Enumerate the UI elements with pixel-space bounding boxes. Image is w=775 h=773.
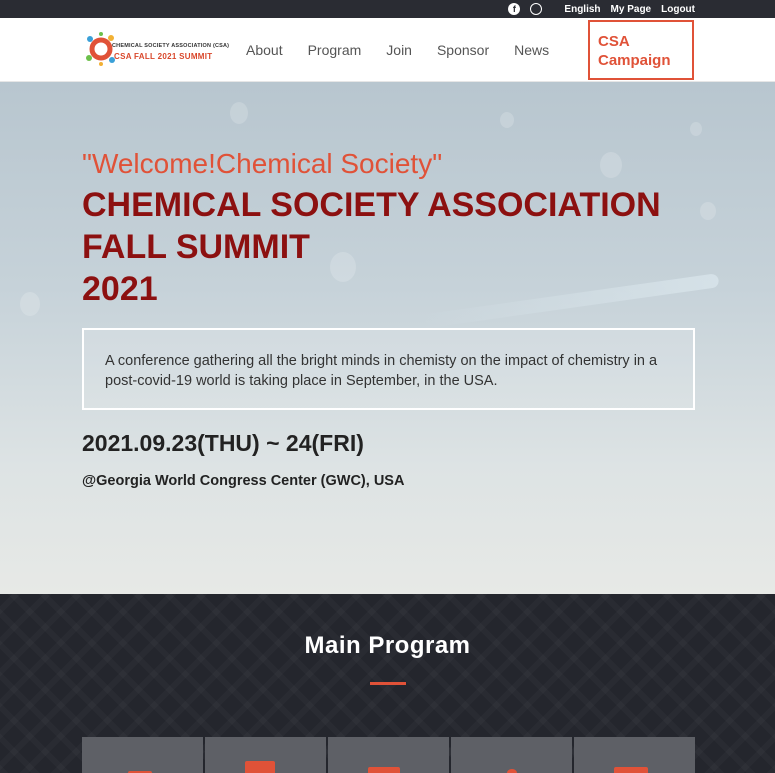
site-logo[interactable]: CHEMICAL SOCIETY ASSOCIATION (CSA) CSA F… xyxy=(84,28,230,72)
page-title: CHEMICAL SOCIETY ASSOCIATION FALL SUMMIT… xyxy=(82,184,702,310)
event-venue: @Georgia World Congress Center (GWC), US… xyxy=(82,473,405,489)
menu-item-program[interactable]: Program xyxy=(308,42,362,58)
program-card-icon xyxy=(368,767,400,773)
logo-mark-icon xyxy=(86,32,115,66)
mypage-link[interactable]: My Page xyxy=(611,4,652,15)
language-link[interactable]: English xyxy=(564,4,600,15)
title-line: FALL SUMMIT xyxy=(82,228,310,266)
main-program-section: Main Program xyxy=(0,594,775,773)
welcome-text: "Welcome!Chemical Society" xyxy=(82,148,443,179)
menu-item-join[interactable]: Join xyxy=(386,42,412,58)
program-cards xyxy=(82,737,695,773)
program-card[interactable] xyxy=(205,737,326,773)
water-drop xyxy=(500,112,514,128)
facebook-icon[interactable]: f xyxy=(508,3,521,15)
menu-item-sponsor[interactable]: Sponsor xyxy=(437,42,489,58)
heading-underline xyxy=(370,682,406,685)
logo-text-sub: CSA FALL 2021 SUMMIT xyxy=(114,52,213,61)
campaign-button[interactable]: CSA Campaign xyxy=(588,20,694,80)
program-card[interactable] xyxy=(328,737,449,773)
program-card[interactable] xyxy=(82,737,203,773)
event-date: 2021.09.23(THU) ~ 24(FRI) xyxy=(82,430,364,456)
menu-item-news[interactable]: News xyxy=(514,42,549,58)
logo-text-main: CHEMICAL SOCIETY ASSOCIATION (CSA) xyxy=(112,43,230,49)
hero-banner: "Welcome!Chemical Society" CHEMICAL SOCI… xyxy=(0,82,775,594)
program-card-icon xyxy=(614,767,648,773)
top-utility-bar: f English My Page Logout xyxy=(0,0,775,18)
program-card[interactable] xyxy=(574,737,695,773)
title-line: 2021 xyxy=(82,270,158,308)
water-drop xyxy=(600,152,622,178)
water-drop xyxy=(230,102,248,124)
water-drop xyxy=(690,122,702,136)
event-description: A conference gathering all the bright mi… xyxy=(82,328,695,410)
main-menu: About Program Join Sponsor News xyxy=(246,42,574,58)
program-card[interactable] xyxy=(451,737,572,773)
social-icon[interactable] xyxy=(530,3,543,15)
program-card-icon xyxy=(507,769,517,773)
title-line: CHEMICAL SOCIETY ASSOCIATION xyxy=(82,186,661,224)
menu-item-about[interactable]: About xyxy=(246,42,283,58)
program-card-icon xyxy=(245,761,275,773)
logout-link[interactable]: Logout xyxy=(661,4,695,15)
water-drop xyxy=(20,292,40,316)
water-drop xyxy=(700,202,716,220)
main-header: CHEMICAL SOCIETY ASSOCIATION (CSA) CSA F… xyxy=(0,18,775,82)
section-heading: Main Program xyxy=(304,632,471,659)
